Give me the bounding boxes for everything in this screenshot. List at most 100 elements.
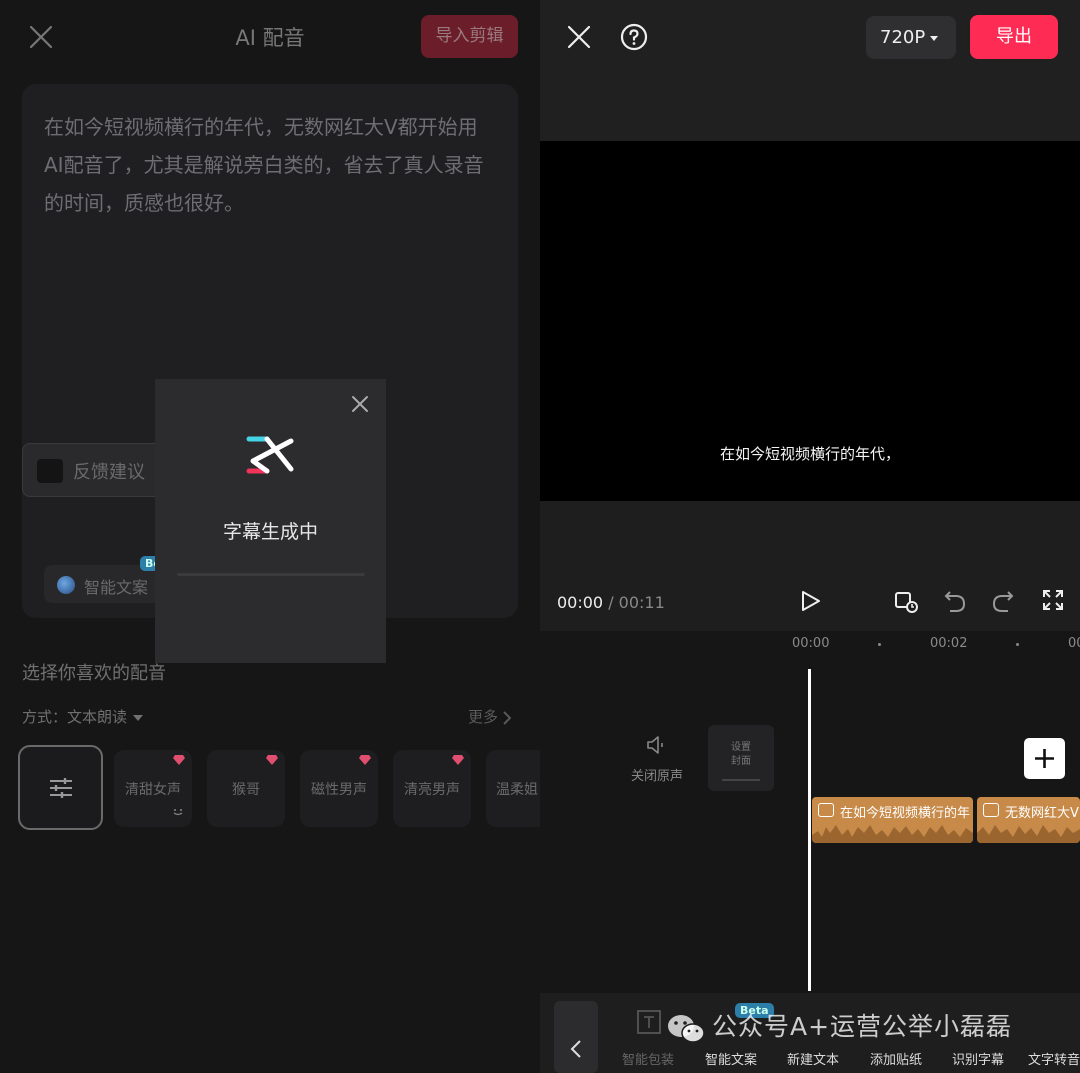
gem-icon [173, 755, 185, 765]
tool-label: 智能文案 [705, 1053, 758, 1068]
tts-clip-icon [818, 803, 834, 817]
gem-icon [359, 755, 371, 765]
progress-bar [177, 573, 365, 576]
bottom-toolbar: 智能包装 Beta 智能文案 新建文本 添加贴纸 识别字幕 文字转音 公众号A+… [540, 993, 1080, 1073]
back-button[interactable] [554, 1001, 598, 1073]
feedback-button[interactable]: 反馈建议 [22, 443, 172, 497]
editor-panel: 720P 导出 在如今短视频横行的年代， 00:00 / 00:11 00:00… [540, 0, 1080, 1073]
mute-label: 关闭原声 [630, 769, 683, 784]
redo-icon[interactable] [992, 589, 1014, 613]
time-total: 00:11 [618, 593, 665, 612]
time-display: 00:00 / 00:11 [557, 593, 665, 612]
voice-name: 磁性男声 [311, 782, 367, 798]
feedback-label: 反馈建议 [73, 462, 145, 483]
tool-label: 文字转音 [1028, 1053, 1080, 1068]
gem-icon [266, 755, 278, 765]
timeline[interactable]: 00:00 00:02 00 关闭原声 设置封面 在如今短视频横行的年 无数网红… [540, 631, 1080, 993]
tool-smart-package[interactable]: 智能包装 [622, 1010, 675, 1068]
chevron-right-icon [503, 710, 512, 725]
cover-label: 设置 封面 [708, 741, 774, 769]
export-button[interactable]: 导出 [970, 15, 1058, 59]
ai-voice-panel: AI 配音 导入剪辑 在如今短视频横行的年代，无数网红大V都开始用AI配音了，尤… [0, 0, 540, 1073]
tool-label: 添加贴纸 [870, 1053, 923, 1068]
voice-option[interactable]: 温柔姐 [486, 750, 540, 827]
add-clip-button[interactable] [1024, 738, 1065, 779]
chevron-left-icon [570, 1040, 581, 1058]
resolution-label: 720P [880, 27, 926, 48]
play-icon[interactable] [798, 589, 822, 613]
feedback-icon [37, 459, 63, 483]
editor-header: 720P 导出 [540, 0, 1080, 141]
playback-controls: 00:00 / 00:11 [540, 501, 1080, 631]
caret-down-icon [930, 35, 939, 41]
tool-label: 智能包装 [622, 1053, 675, 1068]
left-header: AI 配音 导入剪辑 [0, 0, 540, 74]
voice-option[interactable]: 清甜女声 [114, 750, 192, 827]
mode-dropdown[interactable]: 方式：文本朗读 [22, 706, 144, 727]
subtitle-text: 在如今短视频横行的年代， [719, 445, 900, 463]
mode-label: 方式：文本朗读 [22, 708, 128, 726]
waveform [977, 825, 1080, 843]
script-text[interactable]: 在如今短视频横行的年代，无数网红大V都开始用AI配音了，尤其是解说旁白类的，省去… [44, 108, 494, 222]
speaker-icon [647, 736, 663, 754]
tts-clip-icon [983, 803, 999, 817]
voice-name: 猴哥 [232, 782, 260, 798]
time-separator: / [603, 593, 619, 612]
voice-name: 清亮男声 [404, 782, 460, 798]
video-preview[interactable]: 在如今短视频横行的年代， [540, 141, 1080, 501]
ruler-dot [1016, 643, 1019, 646]
wechat-icon [668, 1015, 705, 1043]
audio-clip[interactable]: 无数网红大V [977, 797, 1080, 843]
clip-label: 在如今短视频横行的年 [840, 806, 971, 821]
close-icon[interactable] [566, 24, 592, 50]
tool-new-text[interactable]: 新建文本 [787, 1049, 839, 1068]
help-icon[interactable] [620, 23, 648, 51]
tool-label: 识别字幕 [952, 1053, 1005, 1068]
capcut-logo-icon [246, 436, 294, 474]
plus-icon [1035, 749, 1054, 768]
ruler-tick: 00 [1068, 636, 1080, 651]
tool-text-to-speech[interactable]: 文字转音 [1028, 1049, 1080, 1068]
mute-original-button[interactable]: 关闭原声 [622, 735, 692, 784]
ruler-dot [878, 643, 881, 646]
caret-down-icon [133, 714, 144, 721]
cover-divider [722, 779, 760, 781]
subtitle-generating-dialog: 字幕生成中 [155, 379, 386, 663]
audio-clip[interactable]: 在如今短视频横行的年 [812, 797, 973, 843]
set-cover-button[interactable]: 设置 封面 [708, 725, 774, 791]
voice-option[interactable]: 清亮男声 [393, 750, 471, 827]
tool-smart-copy[interactable]: Beta 智能文案 [705, 1003, 774, 1068]
time-current: 00:00 [557, 593, 604, 612]
undo-icon[interactable] [944, 589, 966, 613]
voice-option[interactable]: 磁性男声 [300, 750, 378, 827]
import-edit-button[interactable]: 导入剪辑 [421, 15, 518, 58]
tool-recognize-subtitle[interactable]: 识别字幕 [952, 1049, 1004, 1068]
dialog-message: 字幕生成中 [222, 521, 318, 543]
gem-icon [452, 755, 464, 765]
waveform [812, 825, 973, 843]
more-label: 更多 [468, 708, 499, 726]
cover-label-2: 封面 [731, 756, 751, 767]
text-box-icon [637, 1010, 661, 1034]
playhead[interactable] [808, 669, 811, 991]
smart-copy-icon [57, 576, 75, 594]
tool-label: 新建文本 [787, 1053, 840, 1068]
sliders-icon [50, 778, 72, 798]
close-icon[interactable] [351, 395, 369, 413]
more-link[interactable]: 更多 [468, 706, 512, 727]
voice-settings-button[interactable] [18, 745, 103, 830]
ruler-tick: 00:00 [792, 636, 830, 651]
smart-copy-button[interactable]: 智能文案 Beta [44, 556, 179, 603]
voice-name: 温柔姐 [496, 782, 538, 798]
clip-label: 无数网红大V [1005, 806, 1079, 821]
ruler-tick: 00:02 [930, 636, 968, 651]
voice-name: 清甜女声 [125, 782, 181, 798]
cover-label-1: 设置 [731, 742, 751, 753]
resolution-dropdown[interactable]: 720P [866, 16, 956, 59]
voice-section-title: 选择你喜欢的配音 [22, 663, 166, 684]
tool-add-sticker[interactable]: 添加贴纸 [870, 1049, 922, 1068]
keyframe-icon[interactable] [894, 589, 920, 615]
watermark: 公众号A+运营公举小磊磊 [712, 1012, 1013, 1041]
voice-option[interactable]: 猴哥 [207, 750, 285, 827]
fullscreen-icon[interactable] [1042, 589, 1064, 611]
